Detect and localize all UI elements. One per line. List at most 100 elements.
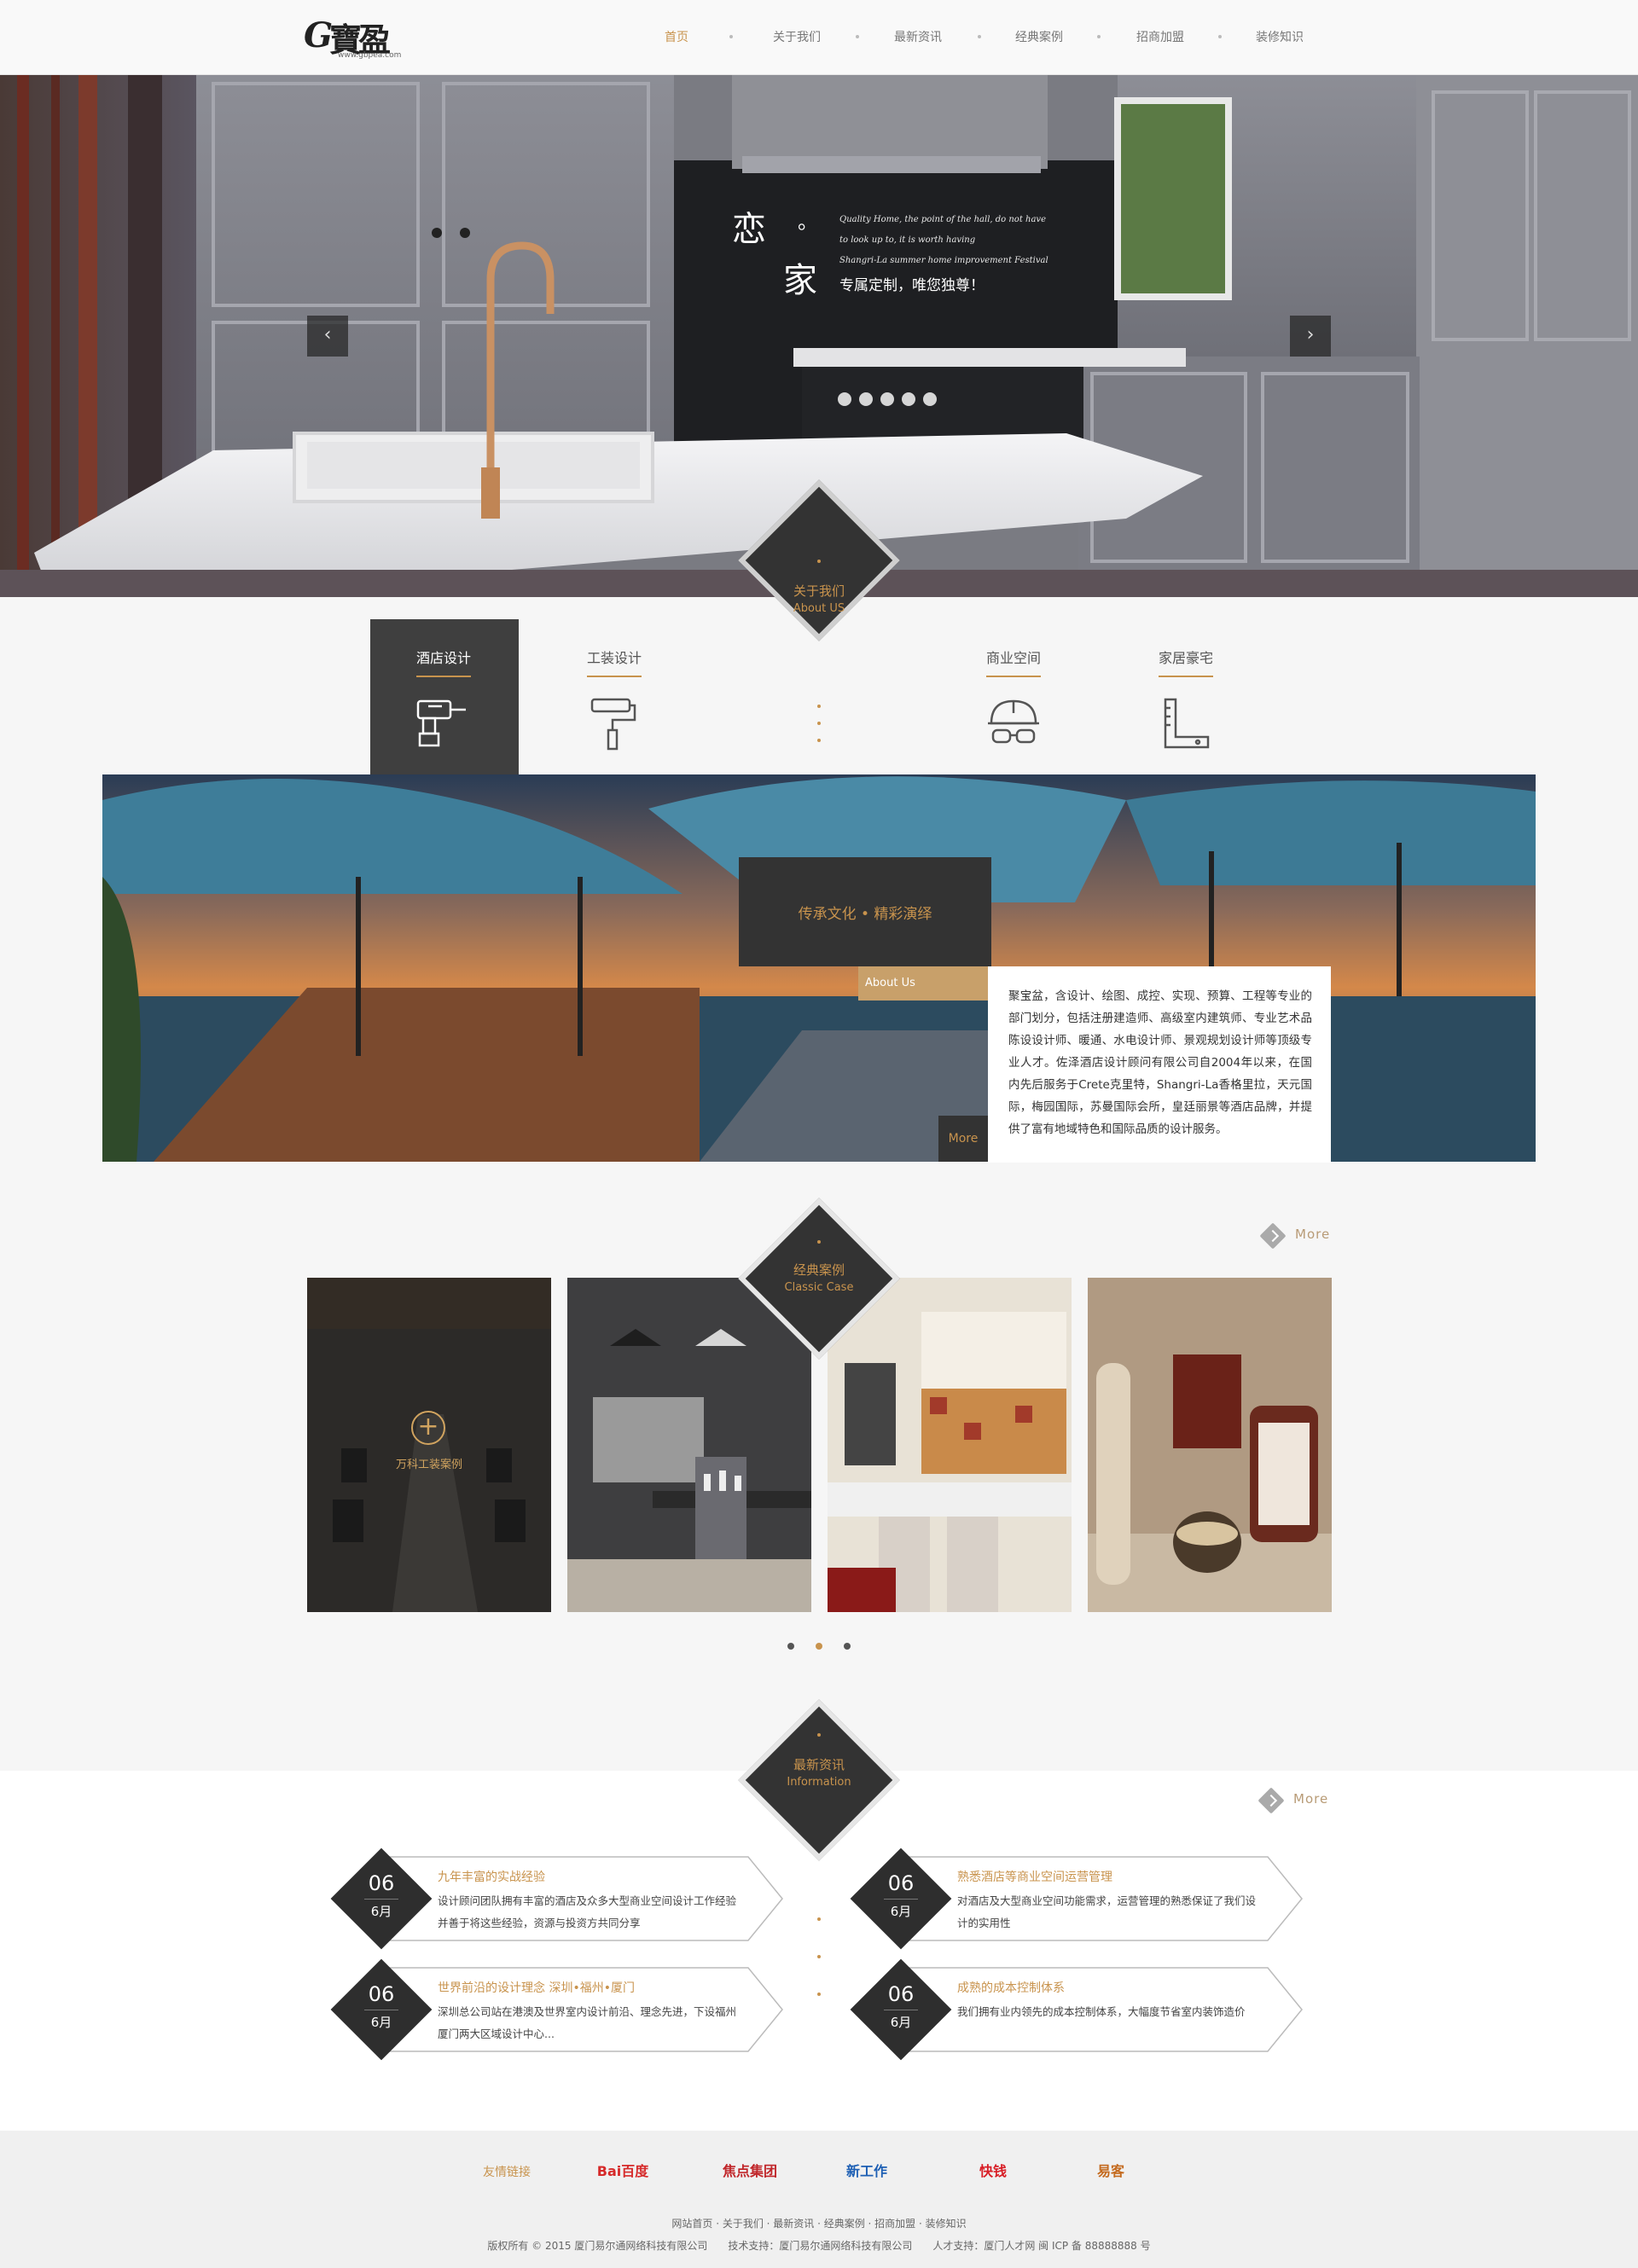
news-day: 06 — [368, 1871, 395, 1895]
case-image-office — [307, 1278, 551, 1612]
service-underline — [986, 676, 1041, 677]
news-description: 我们拥有业内领先的成本控制体系，大幅度节省室内装饰造价 — [957, 2005, 1246, 2018]
news-title[interactable]: 九年丰富的实战经验 — [438, 1868, 545, 1885]
badge-dot — [817, 1733, 821, 1737]
case-card-kitchen[interactable] — [828, 1278, 1072, 1612]
news-description: 深圳总公司站在港澳及世界室内设计前沿、理念先进，下设福州厦门两大区域设计中心..… — [438, 2005, 737, 2040]
about-title-box: 传承文化 • 精彩演绎 — [739, 857, 991, 966]
news-month: 6月 — [370, 1904, 392, 1919]
friend-links-label: 友情链接 — [483, 2166, 531, 2179]
service-underline — [416, 676, 471, 677]
partner-logo-focus[interactable]: 焦点集团 — [705, 2153, 795, 2190]
news-day: 06 — [887, 1871, 915, 1895]
cases-badge-subtitle: Classic Case — [784, 1281, 854, 1294]
case-image-dining — [567, 1278, 811, 1612]
news-description: 设计顾问团队拥有丰富的酒店及众多大型商业空间设计工作经验并善于将这些经验，资源与… — [438, 1894, 737, 1929]
site-logo[interactable]: G 寶盈 www.gbpea.com — [304, 12, 402, 63]
hero-next-button[interactable]: › — [1290, 316, 1331, 357]
nav-franchise[interactable]: 招商加盟 — [1136, 28, 1184, 45]
news-description: 对酒店及大型商业空间功能需求，运营管理的熟悉保证了我们设计的实用性 — [957, 1894, 1257, 1929]
partner-logo-yike[interactable]: 易客 — [1075, 2153, 1147, 2190]
partner-logo-baidu[interactable]: Bai百度 — [580, 2153, 665, 2190]
section-dot — [817, 722, 821, 725]
cases-more-icon[interactable] — [1259, 1222, 1287, 1250]
news-month: 6月 — [370, 2015, 392, 2030]
badge-dot — [817, 560, 821, 563]
nav-news[interactable]: 最新资讯 — [894, 28, 942, 45]
about-heading: 传承文化 • 精彩演绎 — [798, 906, 932, 923]
about-paragraph: 聚宝盆，含设计、绘图、成控、实现、预算、工程等专业的部门划分，包括注册建造师、高… — [988, 966, 1331, 1163]
news-month: 6月 — [890, 1904, 912, 1919]
section-dot — [817, 1917, 821, 1921]
plus-circle-icon[interactable]: + — [411, 1411, 445, 1445]
about-more-button[interactable]: More — [938, 1116, 988, 1162]
pager-dot-2[interactable] — [816, 1643, 822, 1650]
news-item[interactable]: 06 6月 熟悉酒店等商业空间运营管理 对酒店及大型商业空间功能需求，运营管理的… — [850, 1847, 1303, 1950]
hero-char-1: 恋 — [732, 210, 766, 249]
service-label-business-space[interactable]: 商业空间 — [962, 647, 1065, 667]
news-date-separator — [364, 1899, 398, 1900]
about-badge-subtitle: About US — [793, 602, 845, 615]
hero-en-line: to look up to, it is worth having — [839, 235, 976, 245]
site-header: G 寶盈 www.gbpea.com 首页 关于我们 最新资讯 经典案例 招商加… — [0, 0, 1638, 75]
footer-copyright: 版权所有 © 2015 厦门易尔通网络科技有限公司 技术支持：厦门易尔通网络科技… — [487, 2240, 1151, 2252]
case-card-livingroom[interactable] — [1088, 1278, 1332, 1612]
hero-char-2: 家 — [783, 261, 817, 300]
badge-dot — [817, 1240, 821, 1244]
section-dot — [817, 1992, 821, 1996]
hero-dot: 。 — [798, 210, 818, 234]
news-badge-title: 最新资讯 — [793, 1757, 845, 1772]
service-underline — [587, 676, 642, 677]
case-card-dining[interactable] — [567, 1278, 811, 1612]
service-label-hotel[interactable]: 酒店设计 — [392, 647, 495, 667]
about-tag: About Us — [858, 966, 988, 1001]
partner-logo-99bill[interactable]: 快钱 — [959, 2153, 1027, 2190]
cases-more-link[interactable]: More — [1295, 1227, 1330, 1242]
news-item[interactable]: 06 6月 世界前沿的设计理念 深圳•福州•厦门 深圳总公司站在港澳及世界室内设… — [330, 1958, 783, 2061]
section-dot — [817, 705, 821, 708]
case-card-office[interactable]: + 万科工装案例 — [307, 1278, 551, 1612]
about-badge-title: 关于我们 — [793, 583, 845, 599]
hero-en-line: Quality Home, the point of the hall, do … — [839, 215, 1046, 224]
news-item[interactable]: 06 6月 九年丰富的实战经验 设计顾问团队拥有丰富的酒店及众多大型商业空间设计… — [330, 1847, 783, 1950]
hero-prev-button[interactable]: ‹ — [307, 316, 348, 357]
news-day: 06 — [368, 1982, 395, 2006]
news-badge-subtitle: Information — [787, 1776, 851, 1789]
news-more-link[interactable]: More — [1293, 1791, 1328, 1807]
section-dot — [817, 739, 821, 742]
news-title[interactable]: 熟悉酒店等商业空间运营管理 — [957, 1868, 1112, 1885]
nav-about[interactable]: 关于我们 — [773, 28, 821, 45]
paint-roller-icon — [590, 698, 636, 751]
news-item[interactable]: 06 6月 成熟的成本控制体系 我们拥有业内领先的成本控制体系，大幅度节省室内装… — [850, 1958, 1303, 2061]
drill-icon — [416, 699, 466, 747]
service-label-commercial-fit[interactable]: 工装设计 — [563, 647, 665, 667]
nav-divider — [1218, 35, 1222, 38]
pager-dot-1[interactable] — [787, 1643, 794, 1650]
news-day: 06 — [887, 1982, 915, 2006]
news-title[interactable]: 成熟的成本控制体系 — [957, 1979, 1065, 1996]
hero-en-text: Quality Home, the point of the hall, do … — [839, 210, 1048, 271]
news-title[interactable]: 世界前沿的设计理念 深圳•福州•厦门 — [438, 1979, 635, 1996]
news-month: 6月 — [890, 2015, 912, 2030]
hero-slogan: 专属定制，唯您独尊！ — [839, 277, 985, 294]
case-caption: 万科工装案例 — [395, 1459, 462, 1471]
hero-en-line: Shangri-La summer home improvement Festi… — [839, 256, 1048, 265]
partner-logo-xgzrc[interactable]: 新工作 — [824, 2153, 909, 2190]
cases-badge-title: 经典案例 — [793, 1262, 845, 1278]
section-dot — [817, 1955, 821, 1958]
nav-divider — [1097, 35, 1101, 38]
footer-nav-links[interactable]: 网站首页 · 关于我们 · 最新资讯 · 经典案例 · 招商加盟 · 装修知识 — [0, 2216, 1638, 2230]
news-date-separator — [884, 1899, 918, 1900]
nav-divider — [856, 35, 859, 38]
nav-cases[interactable]: 经典案例 — [1015, 28, 1063, 45]
nav-divider — [729, 35, 733, 38]
helmet-icon — [988, 699, 1039, 744]
nav-divider — [978, 35, 981, 38]
ruler-icon — [1164, 698, 1210, 749]
pager-dot-3[interactable] — [844, 1643, 851, 1650]
nav-home[interactable]: 首页 — [665, 28, 688, 45]
nav-knowledge[interactable]: 装修知识 — [1256, 28, 1304, 45]
case-image-kitchen — [828, 1278, 1072, 1612]
logo-url: www.gbpea.com — [338, 51, 402, 60]
service-label-luxury-home[interactable]: 家居豪宅 — [1135, 647, 1237, 667]
